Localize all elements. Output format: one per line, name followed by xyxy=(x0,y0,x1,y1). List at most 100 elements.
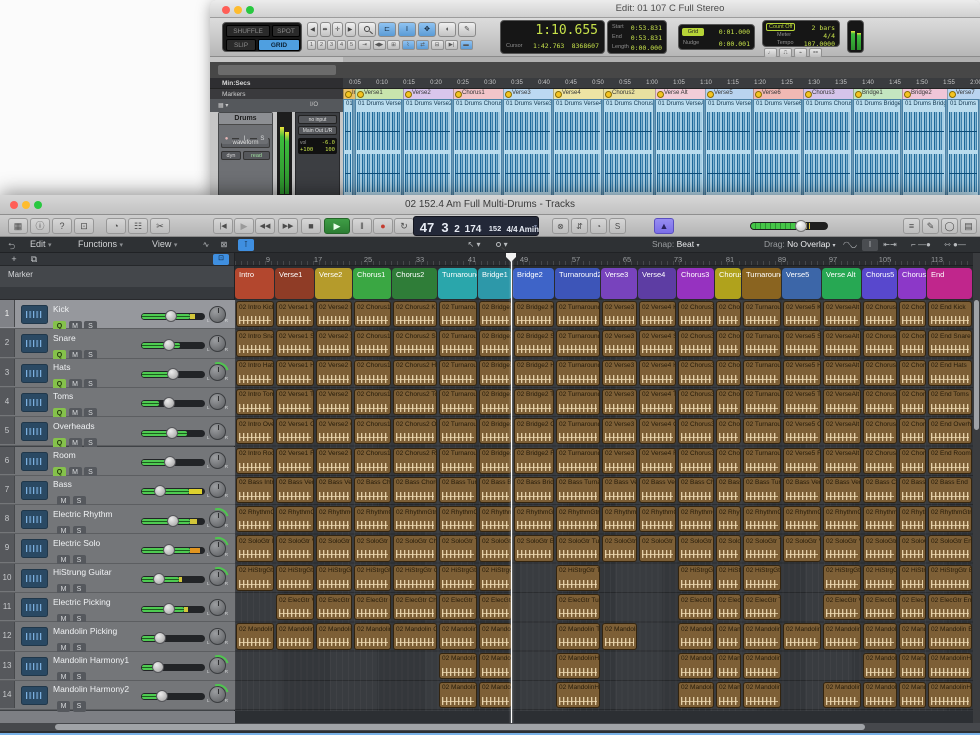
region[interactable]: 02 Chorus3 Kick xyxy=(678,301,714,327)
edit-menu[interactable]: Edit ▾ xyxy=(30,239,52,249)
pt-marker-verse3[interactable]: Verse3 xyxy=(503,89,553,99)
catch-playhead-icon[interactable]: ⊺ xyxy=(238,239,254,251)
region[interactable]: 02 Mandolin Chorus5 xyxy=(863,623,897,649)
region[interactable]: 02 VerseAlt Toms xyxy=(823,389,861,415)
edit-mini-7-button[interactable]: ▬ xyxy=(460,40,473,50)
volume-thumb[interactable] xyxy=(167,515,179,527)
region[interactable]: 02 VerseAlt Hats xyxy=(823,360,861,386)
pan-knob[interactable]: LR xyxy=(209,599,226,616)
region[interactable]: 02 HiStrgGtr Chorus2 xyxy=(393,565,437,591)
region[interactable]: 02 Turnaround Snare xyxy=(743,330,781,356)
region[interactable]: 02 Verse5 Kick xyxy=(783,301,821,327)
region[interactable]: 02 Mandolin Chorus3 xyxy=(678,623,714,649)
apple-loops-button[interactable]: ◯ xyxy=(941,218,958,234)
vertical-auto-zoom-icon[interactable]: I xyxy=(862,239,878,251)
arrangement-marker-bridge1[interactable]: Bridge1 xyxy=(478,268,512,299)
track-lane-electric-solo[interactable]: 02 SoloGtr Intro02 SoloGtr Verse102 Solo… xyxy=(235,534,973,563)
close-button[interactable] xyxy=(10,201,18,209)
region[interactable]: 02 SoloGtr Intro xyxy=(236,535,274,561)
horizontal-scrollbar-thumb[interactable] xyxy=(55,724,865,730)
region[interactable]: 02 Turnaround Snare xyxy=(439,330,477,356)
track-header-snare[interactable]: 2SnareQMSLR xyxy=(0,329,235,358)
region[interactable]: 02 Mandolin Verse1 xyxy=(276,623,314,649)
volume-slider[interactable] xyxy=(141,576,205,583)
region[interactable]: 02 Verse1 Room xyxy=(276,448,314,474)
region[interactable]: 02 Chorus6 Hats xyxy=(899,360,926,386)
region[interactable]: 02 Verse1 Overheads xyxy=(276,418,314,444)
region[interactable]: 02 SoloGtr Turnaround xyxy=(743,535,781,561)
arrangement-marker-verse1[interactable]: Verse1 xyxy=(275,268,314,299)
region[interactable]: 02 RhythmGtr Bridge1 xyxy=(479,506,512,532)
region[interactable]: 02 Turnaround2 Overheads xyxy=(556,418,600,444)
pan-knob[interactable]: LR xyxy=(209,364,226,381)
main-counter-value[interactable]: 1:10.655 xyxy=(535,23,598,38)
zoom-preset-3-button[interactable]: 3 xyxy=(327,40,336,50)
pan-knob[interactable]: LR xyxy=(209,423,226,440)
region[interactable]: 02 Mandolin Verse3 xyxy=(602,623,637,649)
region[interactable]: 02 Chorus6 Room xyxy=(899,448,926,474)
track-lane-toms[interactable]: 02 Intro Toms02 Verse1 Toms02 Verse2 Tom… xyxy=(235,388,973,417)
region[interactable]: 02 Bridge1 Overheads xyxy=(479,418,512,444)
toolbar-button[interactable]: ⊡ xyxy=(74,218,94,234)
bar-ruler[interactable]: 91725334149576573818997105113 xyxy=(235,253,973,266)
region[interactable]: 02 RhythmGtr Turnaround2 xyxy=(556,506,600,532)
region[interactable]: 02 Turnaround Toms xyxy=(439,389,477,415)
region[interactable]: 02 SoloGtr Chorus3 xyxy=(678,535,714,561)
region[interactable]: 02 RhythmGtr Verse3 xyxy=(602,506,637,532)
volume-thumb[interactable] xyxy=(167,368,179,380)
snap-menu[interactable]: Snap: Beat ▾ xyxy=(652,239,699,249)
track-header-mandolin-picking[interactable]: 12Mandolin PickingMSLR xyxy=(0,622,235,651)
region[interactable]: 02 Intro Room xyxy=(236,448,274,474)
region[interactable]: 02 ElecGtr Bridge1 xyxy=(479,594,512,620)
markers-ruler-name[interactable]: Markers xyxy=(210,89,343,99)
region[interactable]: 02 RhythmGtr Chorus1 xyxy=(354,506,391,532)
dyn-button[interactable]: dyn xyxy=(221,151,241,160)
volume-slider[interactable] xyxy=(141,488,205,495)
region[interactable]: 02 Bridge1 Hats xyxy=(479,360,512,386)
region[interactable]: 02 SoloGtr Bridge1 xyxy=(479,535,512,561)
region[interactable]: 02 SoloGtr Turnaround2 xyxy=(556,535,600,561)
zoomer-tool[interactable] xyxy=(358,22,376,37)
region[interactable]: 02 MandolinH2 Turnaround xyxy=(743,682,781,708)
region[interactable]: 02 Turnaround Kick xyxy=(743,301,781,327)
region[interactable]: 02 HiStrgGtr Chorus3 xyxy=(678,565,714,591)
nav-2-button[interactable]: ✛ xyxy=(332,22,343,37)
pt-marker-versealt[interactable]: Verse Alt xyxy=(655,89,705,99)
region[interactable]: 02 HiStrgGtr Turnaround xyxy=(439,565,477,591)
region[interactable]: 02 Chorus2 Snare xyxy=(393,330,437,356)
region[interactable]: 02 SoloGtr Chorus4 xyxy=(716,535,741,561)
track-header-overheads[interactable]: 5OverheadsQMSLR xyxy=(0,417,235,446)
volume-thumb[interactable] xyxy=(152,661,164,673)
region[interactable]: 02 SoloGtr Verse4 xyxy=(639,535,676,561)
region[interactable]: 02 Mandolin Turnaround2 xyxy=(556,623,600,649)
region[interactable]: 02 Bass Turnaround xyxy=(743,477,781,503)
region[interactable]: 02 Bass Bridge2 xyxy=(514,477,554,503)
pt-marker-chorus3[interactable]: Chorus3 xyxy=(803,89,853,99)
pt-region[interactable]: 01 Drums Bridge1 xyxy=(853,99,901,196)
edit-mini-2-button[interactable]: ⊞ xyxy=(387,40,400,50)
rewind-button[interactable]: ◀◀ xyxy=(255,218,275,234)
track-header-electric-solo[interactable]: 9Electric SoloMSLR xyxy=(0,534,235,563)
region[interactable]: 02 SoloGtr Turnaround xyxy=(439,535,477,561)
scrubber-tool[interactable]: ◖ xyxy=(438,22,456,37)
horizontal-scrollbar[interactable] xyxy=(0,723,980,731)
region[interactable]: 02 Bass Turnaround xyxy=(439,477,477,503)
protools-edit-area[interactable]: 01 In01 Drums Verse101 Drums Verse201 Dr… xyxy=(343,99,980,196)
region[interactable]: 02 MandolinH1 Turnaround xyxy=(743,653,781,679)
region[interactable]: 02 Bass Chorus6 xyxy=(899,477,926,503)
edit-mini-0-button[interactable]: ⇥ xyxy=(358,40,371,50)
close-button[interactable] xyxy=(222,6,230,14)
go-to-beginning-button[interactable]: |◀ xyxy=(213,218,233,234)
region[interactable]: 02 Chorus4 Snare xyxy=(716,330,741,356)
pt-region[interactable]: 01 Drums Verse6 xyxy=(753,99,802,196)
region[interactable]: 02 Mandolin Chorus4 xyxy=(716,623,741,649)
region[interactable]: 02 SoloGtr End xyxy=(928,535,972,561)
region[interactable]: 02 ElecGtr Chorus6 xyxy=(899,594,926,620)
region[interactable]: 02 Bridge2 Snare xyxy=(514,330,554,356)
track-header-toms[interactable]: 4TomsQMSLR xyxy=(0,388,235,417)
volume-thumb[interactable] xyxy=(164,456,176,468)
region[interactable]: 02 End Kick xyxy=(928,301,972,327)
region[interactable]: 02 MandolinH2 Chorus6 xyxy=(899,682,926,708)
region[interactable]: 02 Bass Verse1 xyxy=(276,477,314,503)
mode-grid-button[interactable]: GRID xyxy=(258,39,300,51)
